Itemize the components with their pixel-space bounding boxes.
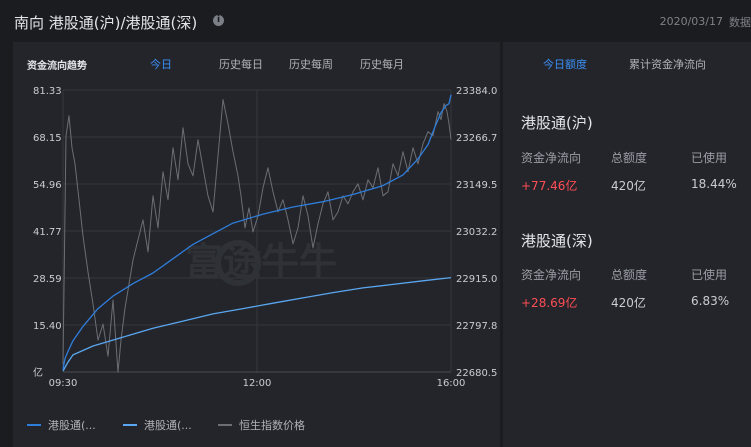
sh-net-flow-header: 资金净流向 <box>521 151 582 165</box>
y-right-tick-label: 23384.0 <box>456 86 497 97</box>
legend-sh-swatch <box>27 424 41 426</box>
quota-panel: 今日额度 累计资金净流向 港股通(沪) 资金净流向 总额度 已使用 +77.46… <box>503 42 751 447</box>
sh-net-flow-value: +77.46亿 <box>521 179 578 193</box>
update-date: 2020/03/17 <box>659 15 723 28</box>
sz-used-value: 6.83% <box>691 294 730 308</box>
flow-trend-label: 资金流向趋势 <box>27 61 87 72</box>
legend-hsi-swatch <box>218 424 232 426</box>
flow-chart-svg: 富途牛牛 81.33 68.15 54.96 41.77 28.59 15.40 亿 2338… <box>33 86 497 389</box>
sh-total-quota-header: 总额度 <box>611 151 648 165</box>
legend-sz-label: 港股通(... <box>144 419 192 432</box>
sz-total-quota-value: 420亿 <box>611 296 646 310</box>
chart-grid <box>62 89 452 373</box>
legend-sh-label: 港股通(... <box>48 419 96 432</box>
tab-today-quota[interactable]: 今日额度 <box>543 56 587 72</box>
legend-hsi-label: 恒生指数价格 <box>239 419 305 432</box>
x-tick-label: 12:00 <box>243 378 272 389</box>
tab-history-daily[interactable]: 历史每日 <box>219 56 263 72</box>
tab-history-weekly[interactable]: 历史每周 <box>289 56 333 72</box>
tab-history-monthly[interactable]: 历史每月 <box>360 56 404 72</box>
sz-net-flow-header: 资金净流向 <box>521 268 582 282</box>
watermark: 富途牛牛 <box>185 240 337 284</box>
y-right-tick-label: 23266.7 <box>456 133 497 144</box>
fund-flow-panel: 资金流向趋势 今日 历史每日 历史每周 历史每月 富途牛牛 81.33 68.15… <box>13 42 500 447</box>
y-left-tick-label: 亿 <box>33 366 43 379</box>
legend-sz-swatch <box>123 424 137 426</box>
sz-used-header: 已使用 <box>691 268 728 282</box>
tab-today[interactable]: 今日 <box>150 56 172 72</box>
chart-legend: 港股通(... 港股通(... 恒生指数价格 <box>13 417 500 437</box>
y-left-tick-label: 68.15 <box>33 133 62 144</box>
sh-connect-title: 港股通(沪) <box>521 114 593 132</box>
sh-used-value: 18.44% <box>691 177 737 191</box>
page-title: 南向 港股通(沪)/港股通(深) <box>14 14 198 32</box>
quota-tabs: 今日额度 累计资金净流向 <box>503 55 751 75</box>
data-source-label: 数据 <box>729 16 751 29</box>
y-right-tick-label: 22915.0 <box>456 274 497 285</box>
y-right-tick-label: 23032.2 <box>456 227 497 238</box>
header: 南向 港股通(沪)/港股通(深) i 2020/03/17 数据 <box>0 0 751 40</box>
x-tick-label: 16:00 <box>437 378 466 389</box>
flow-tabs: 资金流向趋势 今日 历史每日 历史每周 历史每月 <box>13 55 500 75</box>
sz-net-flow-value: +28.69亿 <box>521 296 578 310</box>
sz-total-quota-header: 总额度 <box>611 268 648 282</box>
x-tick-label: 09:30 <box>49 378 78 389</box>
y-left-tick-label: 15.40 <box>33 321 62 332</box>
sh-used-header: 已使用 <box>691 151 728 165</box>
y-right-tick-label: 22797.8 <box>456 321 497 332</box>
y-left-tick-label: 81.33 <box>33 86 62 97</box>
tab-cumulative-flow[interactable]: 累计资金净流向 <box>629 56 706 72</box>
y-right-tick-label: 23149.5 <box>456 180 497 191</box>
sh-total-quota-value: 420亿 <box>611 179 646 193</box>
sz-connect-title: 港股通(深) <box>521 232 593 250</box>
y-left-tick-label: 41.77 <box>33 227 62 238</box>
y-left-tick-label: 28.59 <box>33 274 62 285</box>
info-icon[interactable]: i <box>213 15 224 26</box>
y-left-tick-label: 54.96 <box>33 180 62 191</box>
flow-chart: 富途牛牛 81.33 68.15 54.96 41.77 28.59 15.40 亿 2338… <box>13 80 500 420</box>
